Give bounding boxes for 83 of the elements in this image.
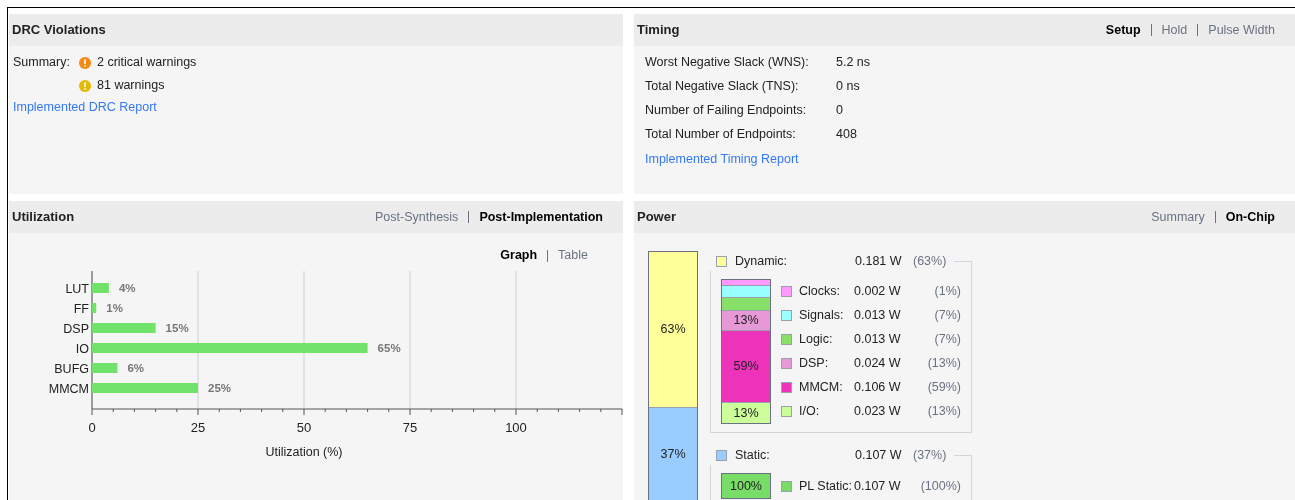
metric-label: Total Number of Endpoints: (645, 126, 797, 144)
bar (92, 323, 156, 333)
report-link[interactable]: Implemented Timing Report (645, 150, 799, 169)
category-label: LUT (65, 282, 89, 296)
bar (92, 303, 97, 313)
power-value: 0.002 W (854, 282, 902, 300)
summary-label: Summary: (13, 54, 71, 72)
bar-value-label: 1% (106, 302, 123, 314)
tick-label: 100 (505, 420, 527, 435)
tick-label: 0 (88, 420, 96, 435)
power-percent: (1%) (933, 282, 961, 300)
power-percent: (13%) (926, 403, 961, 421)
power-percent: (37%) (913, 446, 947, 464)
power-percent: (100%) (919, 477, 961, 495)
power-percent: (7%) (933, 331, 961, 348)
metric-value: 0 ns (836, 78, 860, 96)
segment-label: 37% (660, 445, 686, 463)
legend-label: MMCM: (799, 379, 844, 397)
legend-label: Signals: (799, 306, 845, 324)
power-value: 0.024 W (854, 355, 902, 373)
segment-label: 13% (733, 404, 759, 422)
panel-title: Power (637, 208, 676, 227)
metric-label: Worst Negative Slack (WNS): (645, 54, 810, 72)
legend-label: I/O: (799, 403, 821, 421)
category-label: DSP (63, 322, 89, 336)
metric-value: 408 (836, 126, 857, 144)
panel-title: Timing (637, 21, 680, 40)
view-tab[interactable]: Summary (1151, 207, 1205, 227)
view-tab[interactable]: Hold (1161, 20, 1188, 40)
power-value: 0.013 W (854, 331, 902, 348)
segment-label: 100% (730, 477, 762, 495)
power-value: 0.107 W (855, 446, 903, 464)
category-label: BUFG (54, 362, 89, 376)
tick-label: 50 (296, 420, 312, 435)
power-percent: (63%) (913, 252, 947, 270)
panel-title: DRC Violations (12, 21, 106, 40)
metric-label: Total Negative Slack (TNS): (645, 78, 800, 96)
metric-value: 0 (836, 102, 843, 120)
view-tab[interactable]: Pulse Width (1208, 20, 1275, 40)
power-percent: (7%) (933, 306, 961, 324)
bar-value-label: 15% (165, 322, 189, 334)
power-value: 0.181 W (855, 252, 903, 270)
legend-label: Logic: (799, 331, 834, 348)
tick-label: 25 (190, 420, 206, 435)
warning-count: 81 warnings (97, 77, 165, 95)
tick-label: 75 (402, 420, 418, 435)
bar (92, 283, 109, 293)
segment-label: 63% (660, 321, 686, 339)
power-percent: (59%) (926, 379, 961, 397)
category-label: MMCM (48, 382, 89, 396)
metric-label: Number of Failing Endpoints: (645, 102, 808, 120)
bar-value-label: 25% (208, 382, 232, 394)
bar-value-label: 6% (127, 362, 145, 374)
legend-label: Clocks: (799, 282, 841, 300)
power-value: 0.013 W (854, 306, 902, 324)
bar-value-label: 4% (118, 282, 136, 294)
power-value: 0.023 W (854, 403, 902, 421)
exclamation-circle-icon (79, 79, 91, 92)
category-label: IO (75, 342, 89, 356)
category-label: FF (73, 302, 89, 316)
metric-value: 5.2 ns (836, 54, 871, 72)
axis-title: Utilization (%) (265, 445, 343, 459)
view-tab[interactable]: Table (558, 246, 588, 265)
view-tab[interactable]: On-Chip (1225, 207, 1275, 227)
power-percent: (13%) (926, 355, 961, 373)
segment-label: 13% (733, 312, 759, 330)
view-tab[interactable]: Setup (1105, 20, 1141, 40)
bar (92, 363, 118, 373)
power-value: 0.107 W (854, 477, 902, 495)
warning-count: 2 critical warnings (97, 54, 197, 72)
legend-label: Dynamic: (735, 252, 789, 270)
report-link[interactable]: Implemented DRC Report (13, 98, 157, 117)
power-value: 0.106 W (854, 379, 902, 397)
segment-label: 59% (733, 358, 759, 376)
view-tab[interactable]: Graph (500, 246, 538, 265)
legend-label: Static: (735, 446, 771, 464)
exclamation-circle-icon (79, 56, 91, 69)
view-tab[interactable]: Post-Synthesis (375, 207, 459, 227)
view-tab[interactable]: Post-Implementation (479, 207, 603, 227)
legend-label: DSP: (799, 355, 830, 373)
legend-label: PL Static: (799, 477, 854, 495)
panel-title: Utilization (12, 208, 75, 227)
bar-value-label: 65% (377, 342, 401, 354)
